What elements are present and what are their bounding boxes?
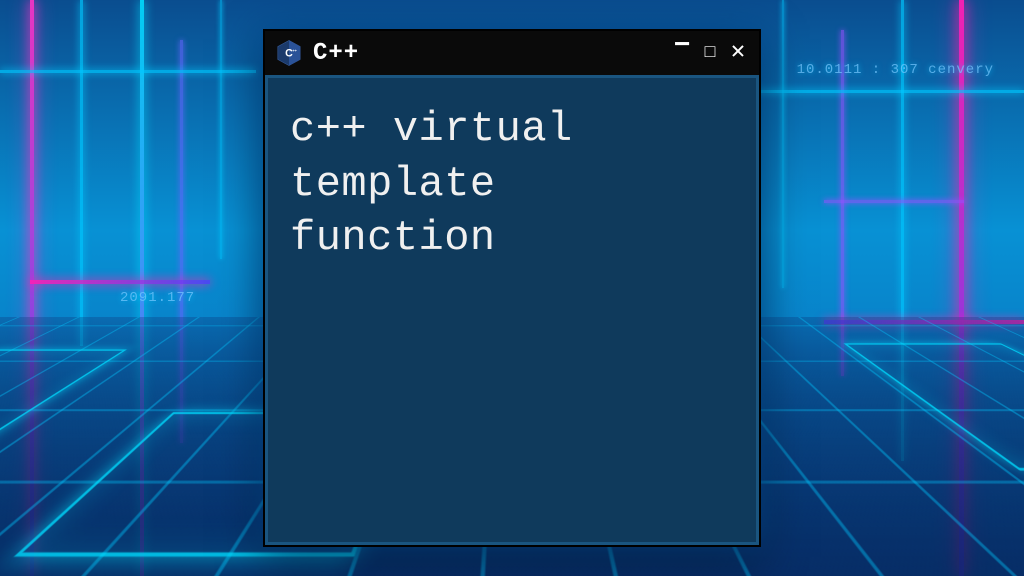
body-text: c++ virtual template function bbox=[290, 102, 734, 266]
digital-text-1: 10.0111 : 307 cenvery bbox=[797, 62, 994, 78]
minimize-button[interactable]: − bbox=[671, 33, 693, 61]
svg-text:C: C bbox=[285, 47, 293, 59]
window-controls: − □ ✕ bbox=[671, 39, 749, 67]
svg-text:++: ++ bbox=[292, 48, 297, 53]
digital-text-2: 2091.177 bbox=[120, 290, 195, 306]
cpp-icon: C ++ bbox=[275, 39, 303, 67]
close-button[interactable]: ✕ bbox=[727, 41, 749, 65]
terminal-window: C ++ C++ − □ ✕ c++ virtual template func… bbox=[263, 29, 761, 547]
titlebar[interactable]: C ++ C++ − □ ✕ bbox=[265, 31, 759, 75]
maximize-button[interactable]: □ bbox=[699, 44, 721, 62]
window-title: C++ bbox=[313, 40, 661, 67]
window-body: c++ virtual template function bbox=[265, 75, 759, 545]
